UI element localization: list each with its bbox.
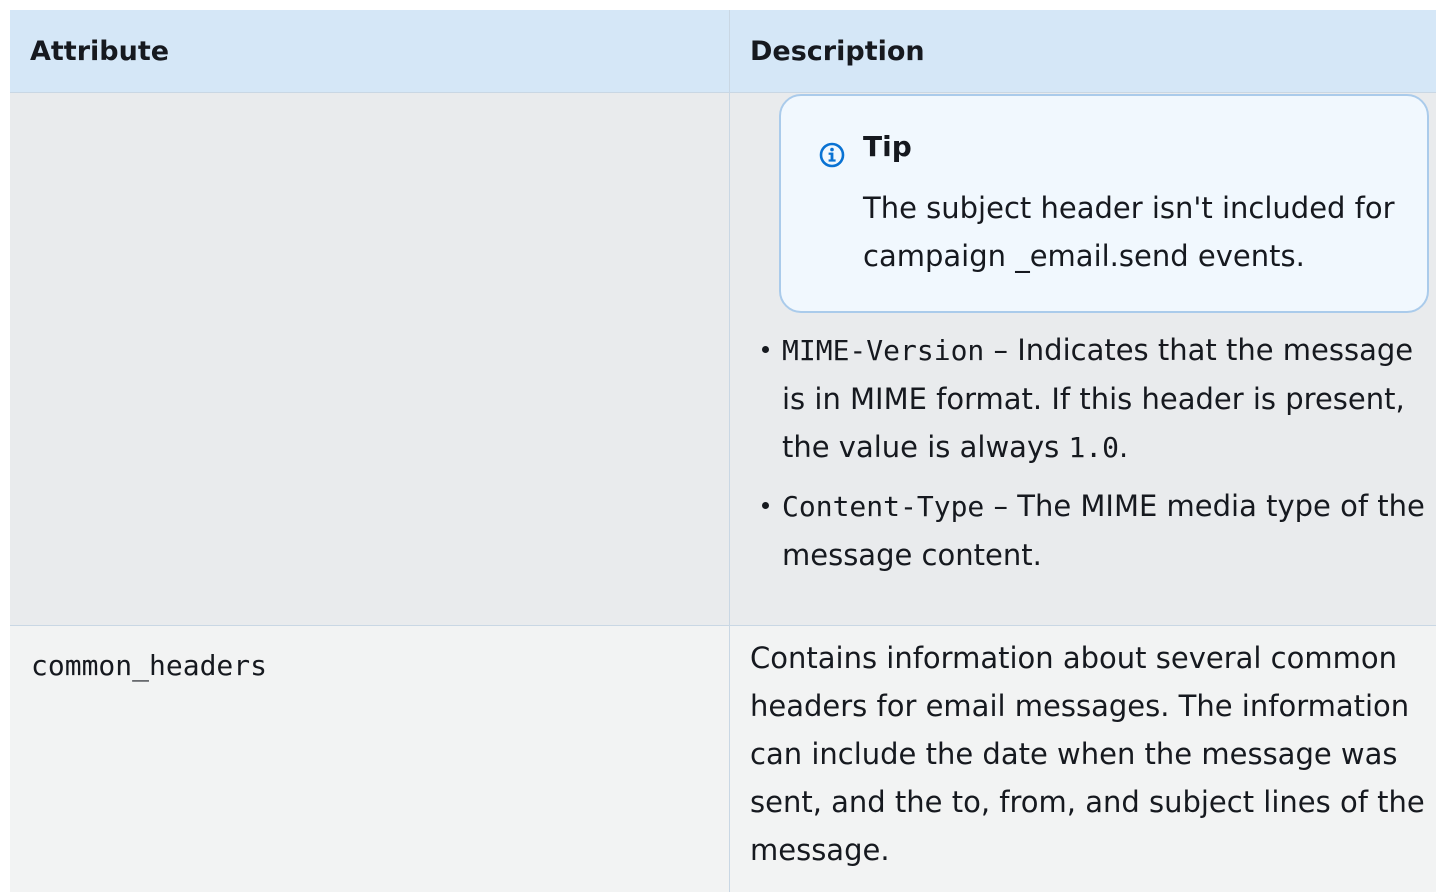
info-circle-icon (819, 142, 845, 168)
list-item: Content-Type – The MIME media type of th… (760, 482, 1432, 579)
bullet-icon (762, 502, 769, 509)
inline-code: MIME-Version (782, 334, 985, 367)
attributes-table: Attribute Description Tip The subject he… (10, 10, 1436, 892)
inline-code: 1.0 (1068, 431, 1120, 464)
tip-callout: Tip The subject header isn't included fo… (779, 94, 1429, 313)
inline-code: Content-Type (782, 490, 985, 523)
attribute-description: Contains information about several commo… (750, 641, 1425, 867)
row-divider (10, 625, 1436, 626)
attribute-name-common-headers: common_headers (31, 649, 268, 682)
column-header-attribute: Attribute (30, 35, 170, 67)
column-header-description: Description (750, 35, 925, 67)
column-divider (729, 10, 730, 892)
tip-body: The subject header isn't included for ca… (863, 191, 1395, 273)
header-bullet-list: MIME-Version – Indicates that the messag… (760, 326, 1432, 589)
tip-title: Tip (863, 130, 912, 163)
bullet-text-end: . (1119, 430, 1129, 464)
bullet-icon (762, 346, 769, 353)
table-header-row: Attribute Description (10, 10, 1436, 92)
row-divider (10, 92, 1436, 93)
list-item: MIME-Version – Indicates that the messag… (760, 326, 1432, 472)
